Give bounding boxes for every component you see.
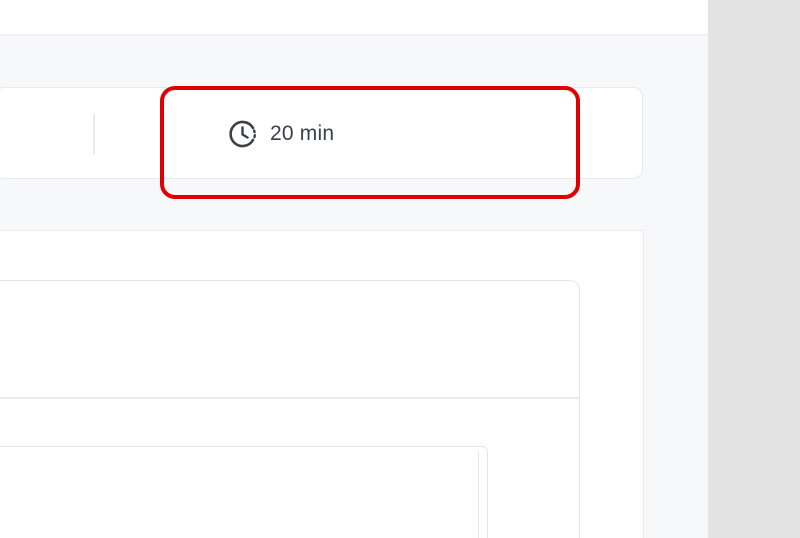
main-area: 20 min — [0, 0, 708, 538]
clock-icon — [226, 117, 260, 151]
duration-indicator: 20 min — [226, 114, 334, 154]
answer-box-border — [478, 451, 479, 538]
answer-box[interactable] — [0, 446, 488, 538]
meta-divider — [93, 114, 95, 154]
meta-info-bar: 20 min — [0, 87, 643, 179]
right-gutter — [708, 0, 800, 538]
card-divider — [0, 397, 579, 399]
duration-label: 20 min — [270, 122, 335, 145]
